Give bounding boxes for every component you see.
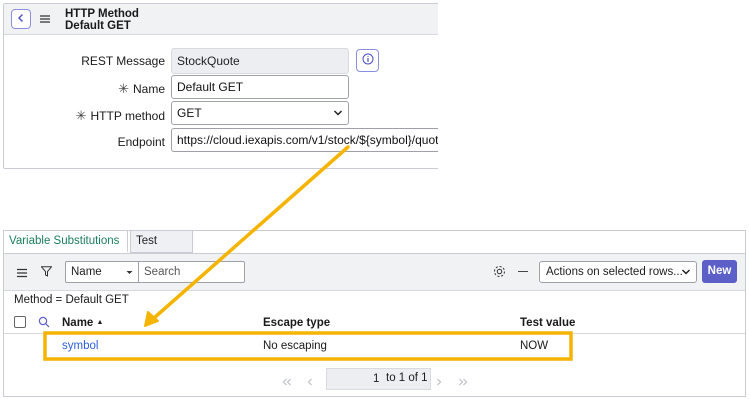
- highlight-box: [43, 331, 573, 361]
- annotation-overlay: [43, 145, 573, 361]
- annotation-arrow: [152, 145, 350, 320]
